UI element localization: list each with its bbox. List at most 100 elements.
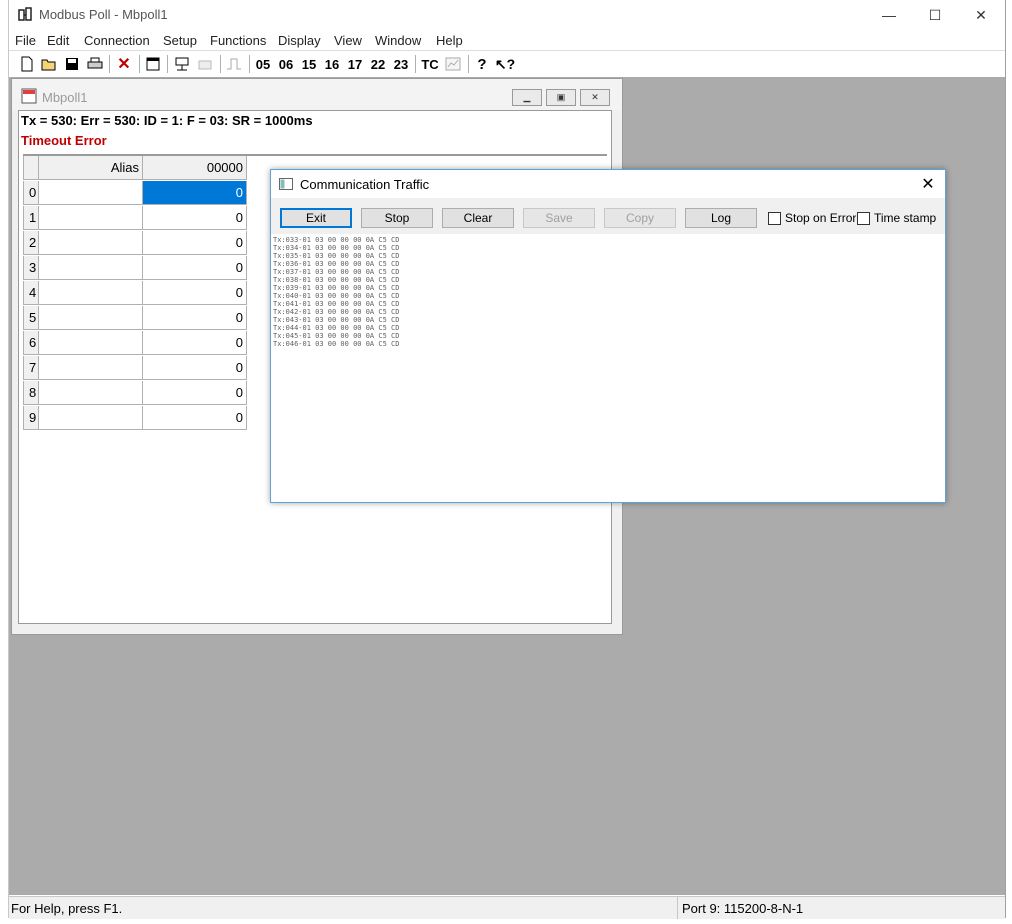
stop-on-error-label: Stop on Error <box>785 211 857 225</box>
communication-traffic-dialog: Communication Traffic ✕ Exit Stop Clear … <box>270 169 946 503</box>
menu-edit[interactable]: Edit <box>47 33 69 48</box>
corner-cell[interactable] <box>23 156 39 180</box>
log-button[interactable]: Log <box>685 208 757 228</box>
traffic-line: Tx:040-01 03 00 00 00 0A C5 CD <box>273 292 400 300</box>
row-number[interactable]: 8 <box>23 381 39 405</box>
fc-15-button[interactable]: 15 <box>299 54 319 74</box>
toolbar-separator <box>220 55 221 73</box>
value-cell[interactable]: 0 <box>143 306 247 330</box>
fc-22-button[interactable]: 22 <box>368 54 388 74</box>
value-cell[interactable]: 0 <box>143 356 247 380</box>
menu-view[interactable]: View <box>334 33 362 48</box>
alias-cell[interactable] <box>39 331 143 355</box>
menu-help[interactable]: Help <box>436 33 463 48</box>
traffic-line: Tx:046-01 03 00 00 00 0A C5 CD <box>273 340 400 348</box>
dialog-title-bar: Communication Traffic ✕ <box>271 170 945 198</box>
value-cell[interactable]: 0 <box>143 381 247 405</box>
chart-icon[interactable] <box>443 54 463 74</box>
alias-cell[interactable] <box>39 406 143 430</box>
clear-button[interactable]: Clear <box>442 208 514 228</box>
alias-cell[interactable] <box>39 231 143 255</box>
save-button[interactable]: Save <box>523 208 595 228</box>
alias-cell[interactable] <box>39 256 143 280</box>
alias-cell[interactable] <box>39 281 143 305</box>
checkbox-box[interactable] <box>768 211 781 225</box>
child-close-button[interactable]: ✕ <box>580 89 610 106</box>
timeout-error-text: Timeout Error <box>21 133 107 148</box>
open-icon[interactable] <box>39 54 59 74</box>
tc-button[interactable]: TC <box>419 54 441 74</box>
row-number[interactable]: 3 <box>23 256 39 280</box>
alias-column-header[interactable]: Alias <box>39 156 143 180</box>
row-number[interactable]: 4 <box>23 281 39 305</box>
menu-setup[interactable]: Setup <box>163 33 197 48</box>
child-restore-button[interactable]: ▣ <box>546 89 576 106</box>
app-window: Modbus Poll - Mbpoll1 — ☐ ✕ File Edit Co… <box>8 0 1006 919</box>
value-cell[interactable]: 0 <box>143 231 247 255</box>
pulse-icon[interactable] <box>224 54 244 74</box>
close-button[interactable]: ✕ <box>958 0 1004 30</box>
write-icon[interactable] <box>195 54 215 74</box>
toolbar-separator <box>468 55 469 73</box>
save-icon[interactable] <box>62 54 82 74</box>
stop-button[interactable]: Stop <box>361 208 433 228</box>
menu-bar: File Edit Connection Setup Functions Dis… <box>9 30 1005 50</box>
time-stamp-checkbox[interactable]: Time stamp <box>857 211 936 225</box>
fc-16-button[interactable]: 16 <box>322 54 342 74</box>
print-icon[interactable] <box>85 54 105 74</box>
traffic-line: Tx:043-01 03 00 00 00 0A C5 CD <box>273 316 400 324</box>
value-cell[interactable]: 0 <box>143 256 247 280</box>
row-number[interactable]: 1 <box>23 206 39 230</box>
alias-cell[interactable] <box>39 356 143 380</box>
context-help-icon[interactable]: ↖? <box>495 54 515 74</box>
copy-button[interactable]: Copy <box>604 208 676 228</box>
menu-functions[interactable]: Functions <box>210 33 266 48</box>
close-icon: ✕ <box>921 176 935 193</box>
alias-cell[interactable] <box>39 206 143 230</box>
fc-06-button[interactable]: 06 <box>276 54 296 74</box>
child-window-title: Mbpoll1 <box>42 90 88 105</box>
exit-button[interactable]: Exit <box>280 208 352 228</box>
menu-file[interactable]: File <box>15 33 36 48</box>
traffic-line: Tx:042-01 03 00 00 00 0A C5 CD <box>273 308 400 316</box>
checkbox-box[interactable] <box>857 211 870 225</box>
menu-window[interactable]: Window <box>375 33 421 48</box>
row-number[interactable]: 2 <box>23 231 39 255</box>
read-icon[interactable] <box>172 54 192 74</box>
row-number[interactable]: 7 <box>23 356 39 380</box>
value-cell[interactable]: 0 <box>143 181 247 205</box>
traffic-line: Tx:045-01 03 00 00 00 0A C5 CD <box>273 332 400 340</box>
menu-connection[interactable]: Connection <box>84 33 150 48</box>
value-cell[interactable]: 0 <box>143 406 247 430</box>
value-cell[interactable]: 0 <box>143 206 247 230</box>
alias-cell[interactable] <box>39 306 143 330</box>
maximize-icon: ☐ <box>928 6 942 23</box>
fc-23-button[interactable]: 23 <box>391 54 411 74</box>
delete-icon[interactable]: ✕ <box>114 54 134 74</box>
row-number[interactable]: 6 <box>23 331 39 355</box>
row-number[interactable]: 9 <box>23 406 39 430</box>
alias-cell[interactable] <box>39 381 143 405</box>
traffic-line: Tx:044-01 03 00 00 00 0A C5 CD <box>273 324 400 332</box>
maximize-button[interactable]: ☐ <box>912 0 958 30</box>
row-number[interactable]: 0 <box>23 181 39 205</box>
traffic-line: Tx:041-01 03 00 00 00 0A C5 CD <box>273 300 400 308</box>
address-column-header[interactable]: 00000 <box>143 156 247 180</box>
child-minimize-button[interactable]: ▁ <box>512 89 542 106</box>
fc-17-button[interactable]: 17 <box>345 54 365 74</box>
fc-05-button[interactable]: 05 <box>253 54 273 74</box>
value-cell[interactable]: 0 <box>143 281 247 305</box>
traffic-line: Tx:036-01 03 00 00 00 0A C5 CD <box>273 260 400 268</box>
stop-on-error-checkbox[interactable]: Stop on Error <box>768 211 856 225</box>
minimize-button[interactable]: — <box>866 0 912 30</box>
value-cell[interactable]: 0 <box>143 331 247 355</box>
traffic-log[interactable]: Tx:033-01 03 00 00 00 0A C5 CD Tx:034-01… <box>273 236 941 500</box>
alias-cell[interactable] <box>39 181 143 205</box>
menu-display[interactable]: Display <box>278 33 321 48</box>
help-icon[interactable]: ? <box>472 54 492 74</box>
dialog-close-button[interactable]: ✕ <box>917 174 939 194</box>
window-icon[interactable] <box>143 54 163 74</box>
row-number[interactable]: 5 <box>23 306 39 330</box>
new-icon[interactable] <box>17 54 37 74</box>
poll-status-line: Tx = 530: Err = 530: ID = 1: F = 03: SR … <box>21 113 313 128</box>
